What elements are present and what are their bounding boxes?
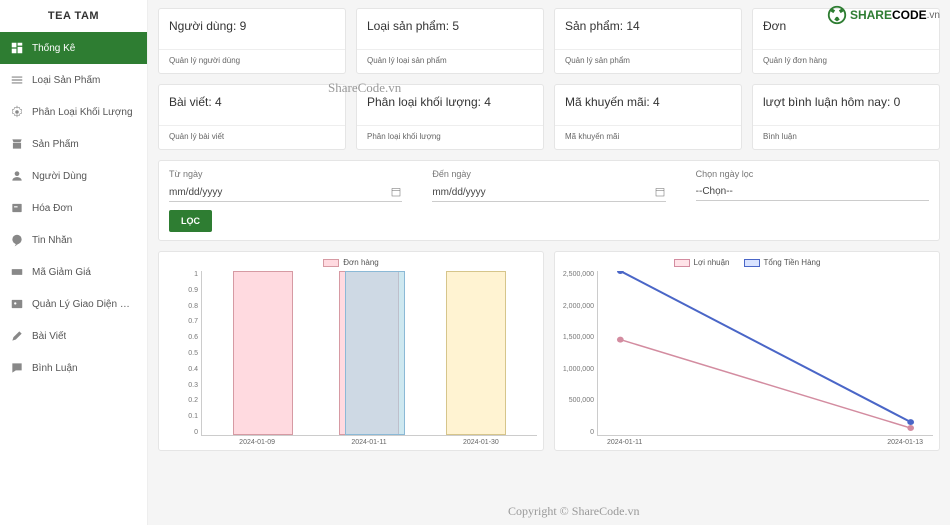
line-y-axis: 2,500,0002,000,0001,500,0001,000,000500,… xyxy=(561,271,597,436)
from-date-placeholder: mm/dd/yyyy xyxy=(169,187,222,198)
card-san-pham[interactable]: Sản phẩm: 14 Quản lý sản phẩm xyxy=(554,8,742,74)
line-chart: Lợi nhuận Tổng Tiền Hàng 2,500,0002,000,… xyxy=(554,251,940,451)
nav-label: Thống Kê xyxy=(32,43,75,54)
card-sub: Quản lý bài viết xyxy=(159,125,345,149)
recycle-icon xyxy=(826,4,848,26)
card-title: lượt bình luận hôm nay: 0 xyxy=(763,95,929,109)
filter-panel: Từ ngày mm/dd/yyyy Đến ngày mm/dd/yyyy C… xyxy=(158,160,940,241)
nav-ma-giam-gia[interactable]: Mã Giảm Giá xyxy=(0,256,147,288)
card-bai-viet[interactable]: Bài viết: 4 Quản lý bài viết xyxy=(158,84,346,150)
calendar-icon xyxy=(654,186,666,198)
card-sub: Quản lý người dùng xyxy=(159,49,345,73)
dashboard-icon xyxy=(10,41,24,55)
nav-label: Hóa Đơn xyxy=(32,203,72,214)
watermark-text-bottom: Copyright © ShareCode.vn xyxy=(508,504,639,519)
card-title: Loại sản phẩm: 5 xyxy=(367,19,533,33)
bar-chart: Đơn hàng 10.90.80.70.60.50.40.30.20.10 xyxy=(158,251,544,451)
nav-label: Quản Lý Giao Diện Website xyxy=(32,299,137,310)
card-title: Bài viết: 4 xyxy=(169,95,335,109)
nav-loai-san-pham[interactable]: Loại Sản Phẩm xyxy=(0,64,147,96)
nav-nguoi-dung[interactable]: Người Dùng xyxy=(0,160,147,192)
line-plot xyxy=(597,271,933,436)
nav-label: Loại Sản Phẩm xyxy=(32,75,100,86)
nav-label: Sản Phẩm xyxy=(32,139,79,150)
nav-list: Thống Kê Loại Sản Phẩm Phân Loại Khối Lư… xyxy=(0,32,147,384)
sharecode-watermark-logo: SHARECODE.vn xyxy=(826,4,940,26)
nav-hoa-don[interactable]: Hóa Đơn xyxy=(0,192,147,224)
card-sub: Quản lý đơn hàng xyxy=(753,49,939,73)
nav-label: Người Dùng xyxy=(32,171,87,182)
to-date-label: Đến ngày xyxy=(432,169,665,179)
legend-label: Tổng Tiền Hàng xyxy=(764,258,821,267)
to-date-placeholder: mm/dd/yyyy xyxy=(432,187,485,198)
main-content: SHARECODE.vn Người dùng: 9 Quản lý người… xyxy=(148,0,950,525)
invoice-icon xyxy=(10,201,24,215)
app-logo: TEA TAM xyxy=(0,0,147,32)
card-sub: Mã khuyến mãi xyxy=(555,125,741,149)
bar-legend: Đơn hàng xyxy=(165,258,537,267)
nav-label: Phân Loại Khối Lượng xyxy=(32,107,133,118)
filter-button[interactable]: LỌC xyxy=(169,210,212,232)
nav-label: Bình Luận xyxy=(32,363,78,374)
gear-icon xyxy=(10,105,24,119)
menu-icon xyxy=(10,73,24,87)
pen-icon xyxy=(10,329,24,343)
comment-icon xyxy=(10,361,24,375)
card-title: Mã khuyến mãi: 4 xyxy=(565,95,731,109)
chat-icon xyxy=(10,233,24,247)
nav-bai-viet[interactable]: Bài Viết xyxy=(0,320,147,352)
card-sub: Quản lý loại sản phẩm xyxy=(357,49,543,73)
card-phan-loai-kl[interactable]: Phân loại khối lượng: 4 Phân loại khối l… xyxy=(356,84,544,150)
calendar-icon xyxy=(390,186,402,198)
user-icon xyxy=(10,169,24,183)
nav-phan-loai-khoi-luong[interactable]: Phân Loại Khối Lượng xyxy=(0,96,147,128)
bar-1 xyxy=(233,271,293,435)
card-title: Phân loại khối lượng: 4 xyxy=(367,95,533,109)
nav-thong-ke[interactable]: Thống Kê xyxy=(0,32,147,64)
filter-select[interactable]: --Chọn-- xyxy=(696,183,929,201)
bar-2-overlay xyxy=(345,271,405,435)
card-sub: Phân loại khối lượng xyxy=(357,125,543,149)
nav-binh-luan[interactable]: Bình Luận xyxy=(0,352,147,384)
bar-3 xyxy=(446,271,506,435)
nav-label: Bài Viết xyxy=(32,331,66,342)
card-sub: Quản lý sản phẩm xyxy=(555,49,741,73)
line-legend: Lợi nhuận Tổng Tiền Hàng xyxy=(561,258,933,267)
nav-san-pham[interactable]: Sản Phẩm xyxy=(0,128,147,160)
legend-label: Đơn hàng xyxy=(343,258,379,267)
card-nguoi-dung[interactable]: Người dùng: 9 Quản lý người dùng xyxy=(158,8,346,74)
store-icon xyxy=(10,137,24,151)
nav-label: Mã Giảm Giá xyxy=(32,267,91,278)
card-sub: Bình luận xyxy=(753,125,939,149)
bar-plot xyxy=(201,271,537,436)
card-ma-khuyen-mai[interactable]: Mã khuyến mãi: 4 Mã khuyến mãi xyxy=(554,84,742,150)
from-date-input[interactable]: mm/dd/yyyy xyxy=(169,183,402,202)
legend-label: Lợi nhuận xyxy=(694,258,730,267)
nav-quan-ly-giao-dien[interactable]: Quản Lý Giao Diện Website xyxy=(0,288,147,320)
nav-label: Tin Nhắn xyxy=(32,235,72,246)
stat-cards: Người dùng: 9 Quản lý người dùng Loại sả… xyxy=(158,8,940,150)
ticket-icon xyxy=(10,265,24,279)
filter-select-label: Chọn ngày lọc xyxy=(696,169,929,179)
card-binh-luan[interactable]: lượt bình luận hôm nay: 0 Bình luận xyxy=(752,84,940,150)
nav-tin-nhan[interactable]: Tin Nhắn xyxy=(0,224,147,256)
card-loai-san-pham[interactable]: Loại sản phẩm: 5 Quản lý loại sản phẩm xyxy=(356,8,544,74)
card-title: Người dùng: 9 xyxy=(169,19,335,33)
from-date-label: Từ ngày xyxy=(169,169,402,179)
image-icon xyxy=(10,297,24,311)
bar-y-axis: 10.90.80.70.60.50.40.30.20.10 xyxy=(165,271,201,436)
to-date-input[interactable]: mm/dd/yyyy xyxy=(432,183,665,202)
sidebar: TEA TAM Thống Kê Loại Sản Phẩm Phân Loại… xyxy=(0,0,148,525)
line-x-axis: 2024-01-11 2024-01-13 xyxy=(561,439,933,446)
card-title: Sản phẩm: 14 xyxy=(565,19,731,33)
bar-x-axis: 2024-01-09 2024-01-11 2024-01-30 xyxy=(165,439,537,446)
